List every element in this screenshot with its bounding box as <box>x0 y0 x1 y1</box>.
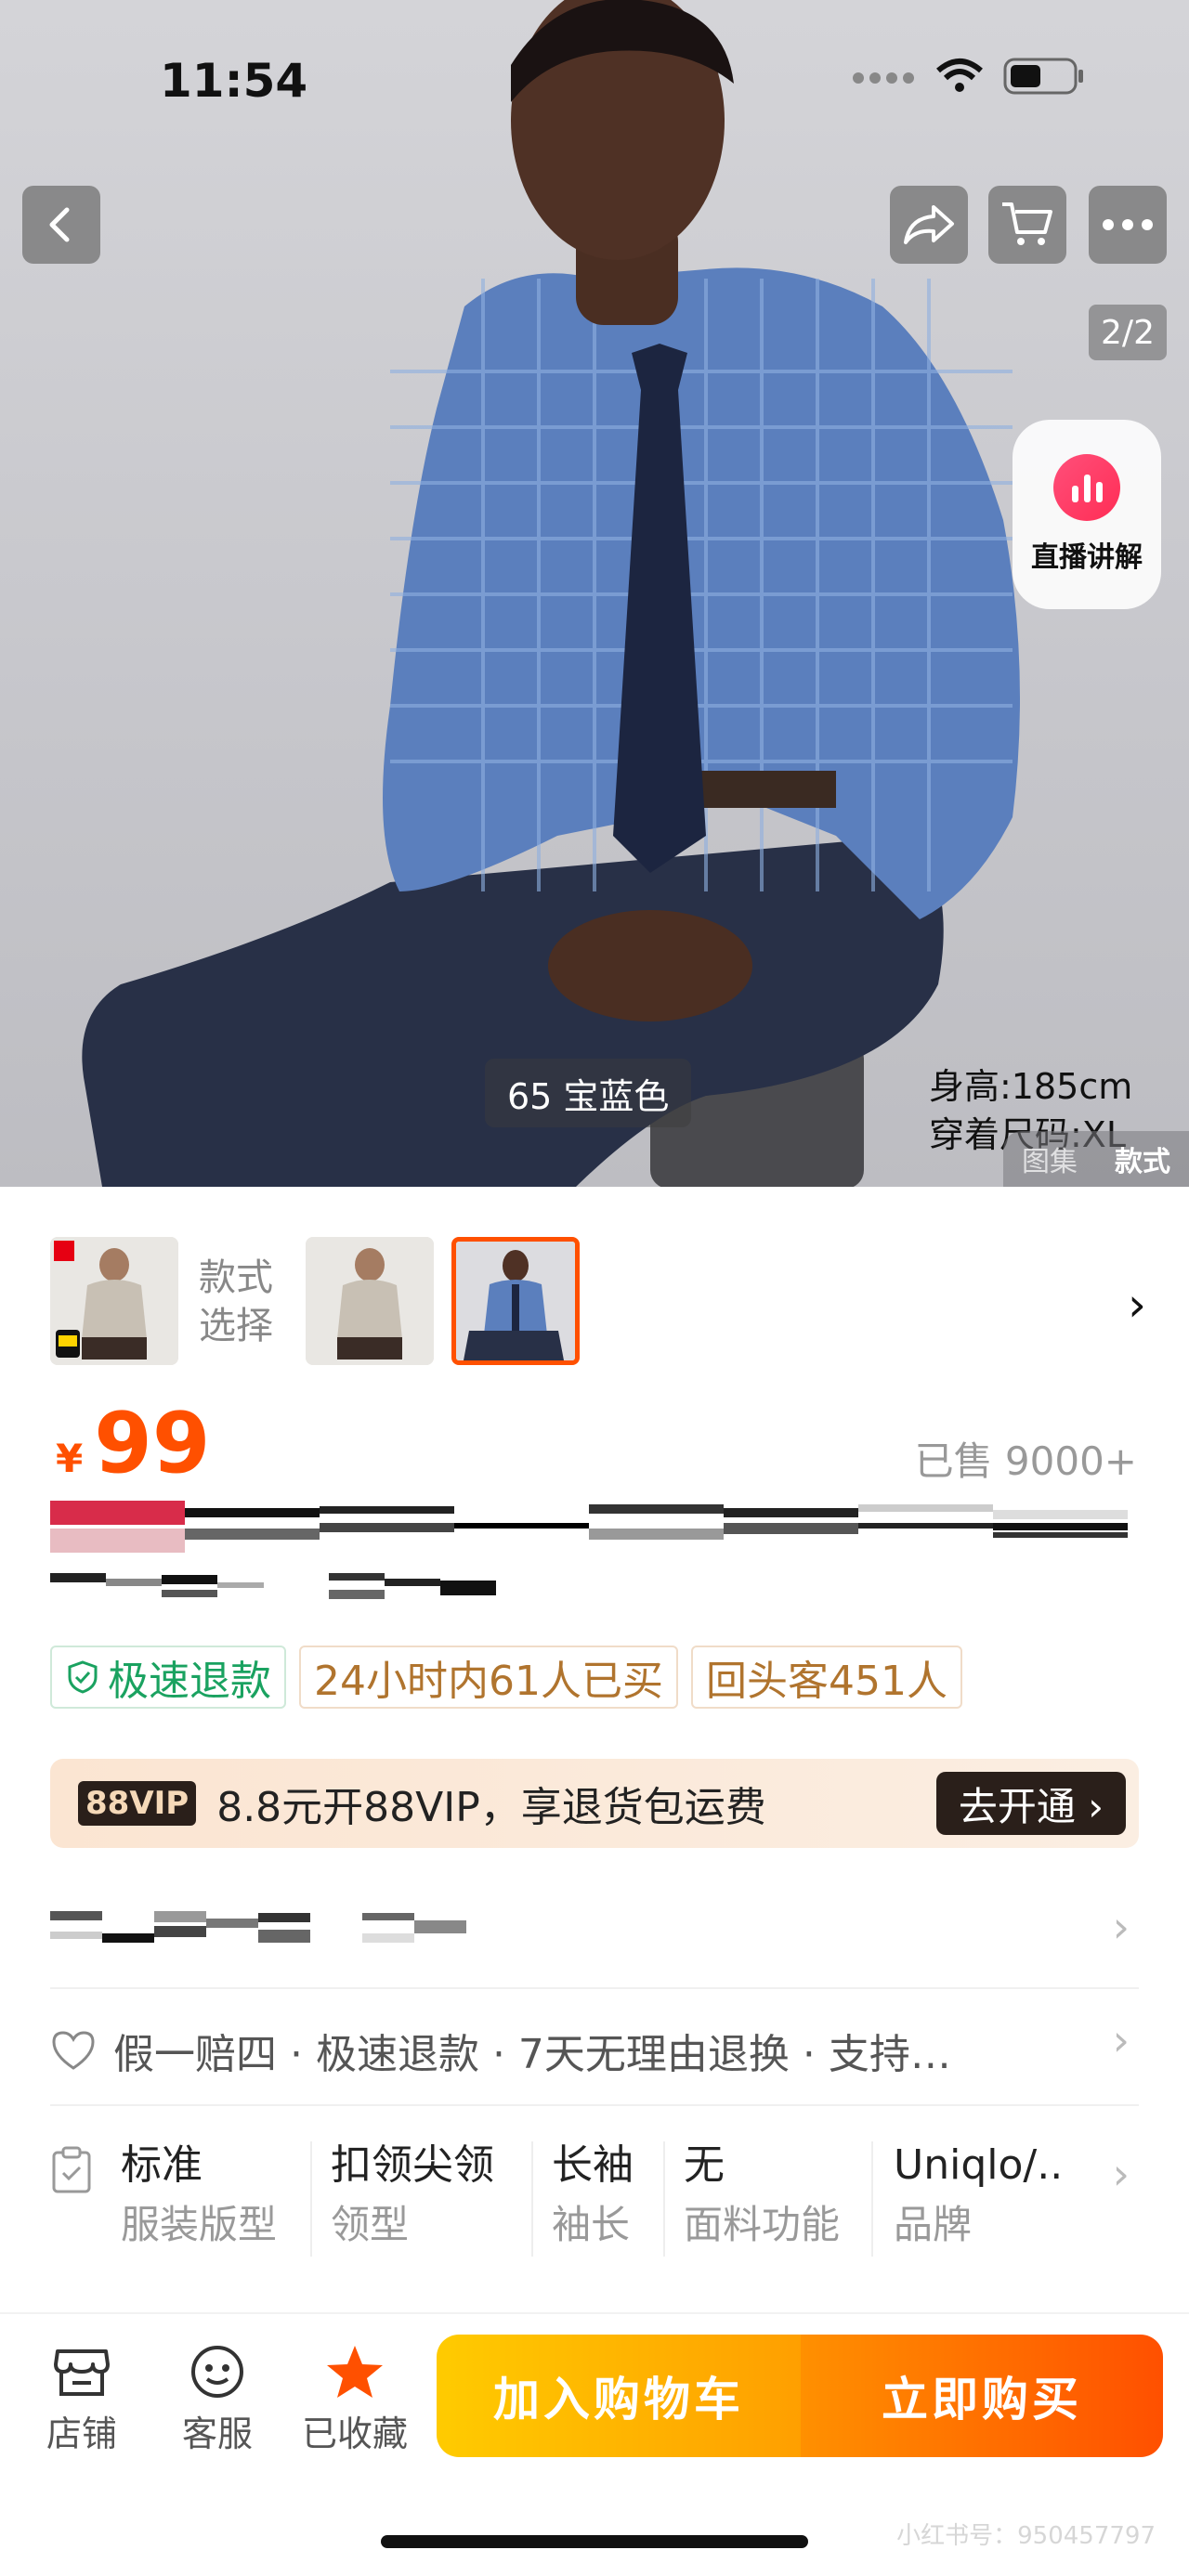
customer-service-button[interactable]: 客服 <box>162 2344 273 2456</box>
style-more-chevron-icon[interactable]: › <box>1128 1278 1146 1332</box>
vip-badge: 88VIP <box>78 1781 197 1826</box>
chevron-right-icon: › <box>1112 2015 1130 2065</box>
spec-fit-key: 服装版型 <box>121 2202 278 2247</box>
spec-divider <box>871 2141 873 2257</box>
buy-now-button[interactable]: 立即购买 <box>801 2335 1163 2457</box>
spec-sleeve-key: 袖长 <box>552 2202 631 2247</box>
shield-check-icon <box>68 1660 98 1694</box>
spec-brand: Uniqlo/.. 品牌 <box>894 2136 1079 2255</box>
product-photo <box>82 0 1020 1187</box>
spec-fabric-key: 面料功能 <box>684 2202 841 2247</box>
spec-fabric-value: 无 <box>684 2141 725 2189</box>
chevron-right-icon: › <box>1112 1902 1130 1952</box>
home-indicator <box>381 2535 808 2548</box>
spec-fabric: 无 面料功能 <box>684 2136 840 2255</box>
service-tags: 极速退款 24小时内61人已买 回头客451人 <box>50 1646 962 1709</box>
color-name-chip: 65 宝蓝色 <box>485 1059 692 1127</box>
heart-icon <box>52 2031 95 2070</box>
spec-sleeve-value: 长袖 <box>552 2141 634 2189</box>
watermark: 小红书号：950457797 <box>896 2522 1156 2550</box>
gallery-tabs: 图集 款式 <box>1003 1131 1189 1187</box>
tag-repeat-customers: 回头客451人 <box>690 1646 962 1709</box>
guarantee-row[interactable]: 假一赔四 · 极速退款 · 7天无理由退换 · 支持… <box>50 2021 1070 2080</box>
model-height: 身高:185cm <box>929 1066 1133 1107</box>
spec-brand-value: Uniqlo/.. <box>894 2141 1064 2189</box>
style-selector: 款式 选择 › <box>50 1237 1156 1367</box>
spec-divider <box>310 2141 312 2257</box>
style-label-line2: 选择 <box>199 1305 273 1347</box>
more-button[interactable] <box>1089 186 1167 264</box>
add-to-cart-button[interactable]: 加入购物车 <box>437 2335 801 2457</box>
favorited-label: 已收藏 <box>301 2413 408 2454</box>
star-icon <box>327 2346 383 2398</box>
vip-banner[interactable]: 88VIP 8.8元开88VIP，享退货包运费 去开通 › <box>50 1759 1139 1848</box>
divider <box>50 1987 1139 1989</box>
spec-fit: 标准 服装版型 <box>121 2136 277 2255</box>
store-button[interactable]: 店铺 <box>26 2344 137 2456</box>
store-label: 店铺 <box>46 2413 117 2454</box>
product-title-redacted <box>50 1501 1128 1599</box>
favorite-button[interactable]: 已收藏 <box>299 2344 411 2456</box>
tag-bought-24h: 24小时内61人已买 <box>299 1646 678 1709</box>
signal-icon <box>853 72 914 84</box>
spec-collar-key: 领型 <box>331 2202 410 2247</box>
spec-collar: 扣领尖领 领型 <box>331 2136 494 2255</box>
tab-gallery[interactable]: 图集 <box>1003 1138 1096 1179</box>
redacted-info-text <box>50 1911 466 1943</box>
spec-divider <box>531 2141 533 2257</box>
style-thumb-beige[interactable] <box>306 1237 434 1365</box>
spec-divider <box>663 2141 665 2257</box>
cart-icon <box>1002 202 1052 245</box>
spec-sleeve: 长袖 袖长 <box>552 2136 634 2255</box>
tag-fast-refund-label: 极速退款 <box>108 1658 271 1705</box>
product-gallery[interactable]: 11:54 2/2 直播讲解 65 宝蓝色 身高:185cm 穿着尺码:XL 图… <box>0 0 1189 1187</box>
live-icon <box>1053 454 1120 521</box>
style-label-line1: 款式 <box>199 1256 273 1299</box>
back-icon <box>49 207 70 242</box>
chevron-right-icon: › <box>1112 2149 1130 2199</box>
vip-text: 8.8元开88VIP，享退货包运费 <box>216 1784 766 1831</box>
tab-styles[interactable]: 款式 <box>1096 1138 1189 1179</box>
spec-fit-value: 标准 <box>121 2141 203 2189</box>
price: ¥ 99 <box>56 1395 210 1492</box>
guarantee-text: 假一赔四 · 极速退款 · 7天无理由退换 · 支持… <box>113 2031 951 2078</box>
wifi-icon <box>936 59 983 92</box>
style-thumb-beige-promo[interactable] <box>50 1237 178 1365</box>
share-button[interactable] <box>890 186 968 264</box>
status-time: 11:54 <box>160 54 308 108</box>
style-select-label: 款式 选择 <box>199 1254 273 1350</box>
page-indicator: 2/2 <box>1089 305 1167 360</box>
cart-button[interactable] <box>988 186 1066 264</box>
more-icon <box>1103 219 1153 230</box>
price-symbol: ¥ <box>56 1436 84 1481</box>
battery-icon <box>1003 58 1083 95</box>
spec-collar-value: 扣领尖领 <box>331 2141 494 2189</box>
service-label: 客服 <box>181 2413 253 2454</box>
style-thumb-blue-selected[interactable] <box>451 1237 580 1365</box>
live-label: 直播讲解 <box>1031 541 1143 574</box>
price-value: 99 <box>94 1395 211 1492</box>
back-button[interactable] <box>22 186 100 264</box>
vip-activate-button[interactable]: 去开通 › <box>935 1772 1126 1835</box>
live-explain-button[interactable]: 直播讲解 <box>1013 420 1161 609</box>
specs-row[interactable]: 标准 服装版型 扣领尖领 领型 长袖 袖长 无 面料功能 Uniqlo/.. 品… <box>50 2136 1139 2266</box>
share-icon <box>904 205 954 244</box>
sold-count: 已售 9000+ <box>914 1438 1137 1484</box>
spec-brand-key: 品牌 <box>894 2202 973 2247</box>
divider <box>50 2104 1139 2106</box>
store-icon <box>54 2349 110 2396</box>
status-icons <box>851 56 1085 97</box>
tag-fast-refund: 极速退款 <box>50 1646 286 1709</box>
service-icon <box>191 2346 243 2398</box>
clipboard-icon <box>52 2146 91 2193</box>
